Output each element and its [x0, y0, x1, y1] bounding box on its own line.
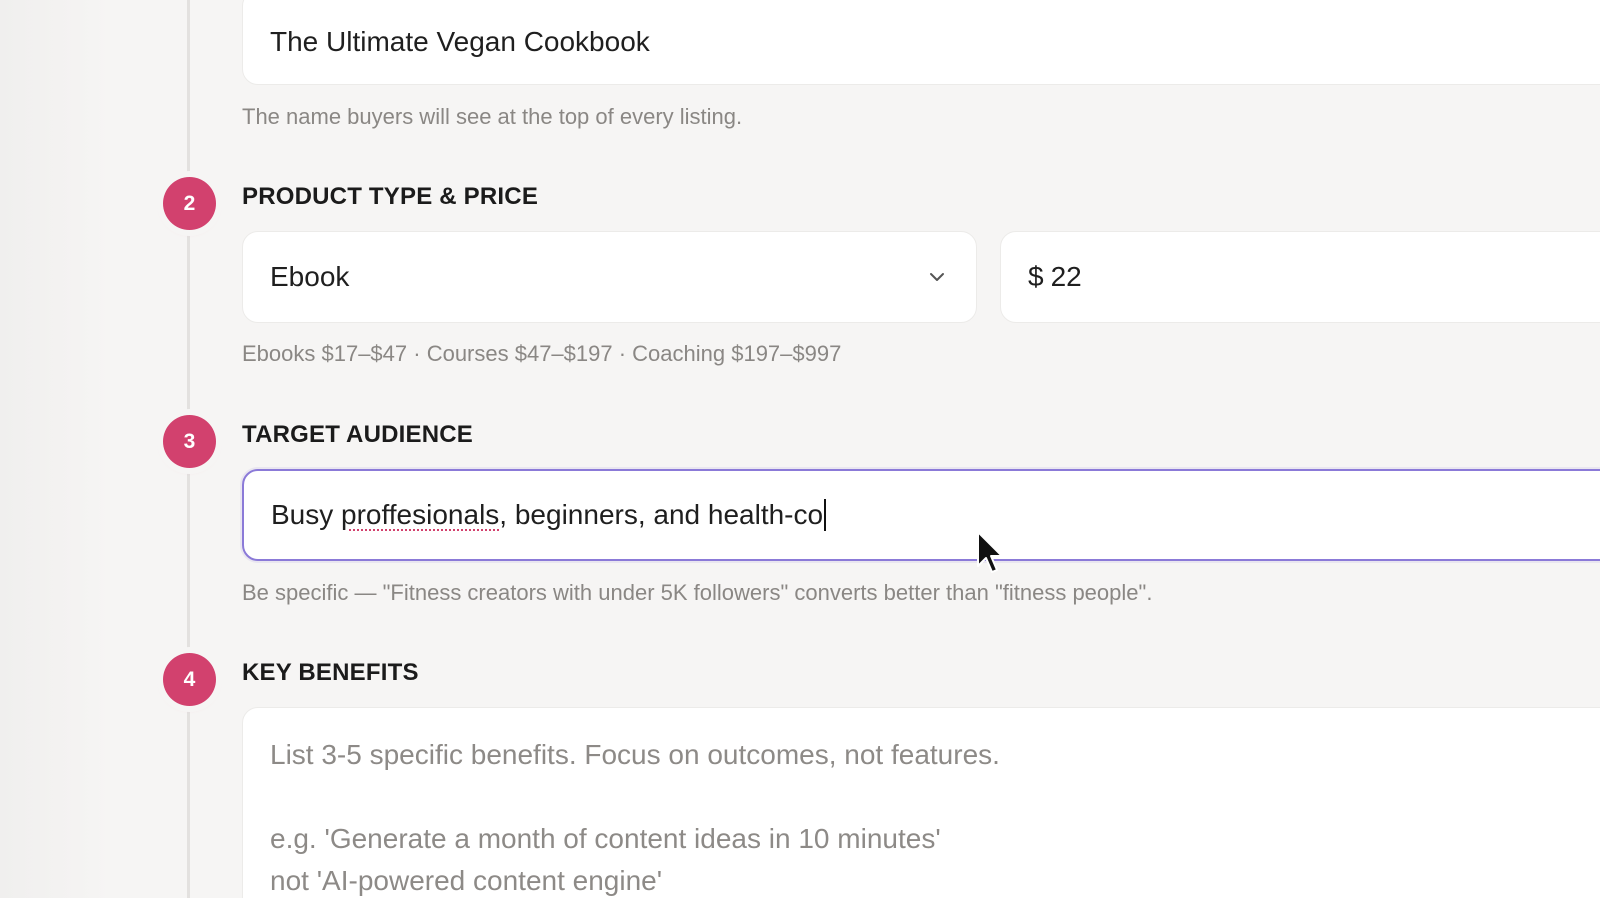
key-benefits-textarea[interactable]: List 3-5 specific benefits. Focus on out…: [242, 707, 1600, 898]
benefits-placeholder-line-2: e.g. 'Generate a month of content ideas …: [270, 823, 941, 854]
product-type-select[interactable]: Ebook: [242, 231, 977, 323]
target-audience-text: Busy proffesionals, beginners, and healt…: [271, 499, 823, 531]
key-benefits-heading: KEY BENEFITS: [242, 659, 419, 686]
audience-text-end: , beginners, and health-co: [499, 499, 824, 530]
chevron-down-icon: [930, 273, 944, 281]
misspelled-word: proffesionals: [341, 499, 500, 530]
target-audience-hint: Be specific — "Fitness creators with und…: [242, 580, 1153, 605]
product-name-input[interactable]: The Ultimate Vegan Cookbook: [242, 0, 1600, 85]
mouse-pointer-icon: [977, 531, 1003, 573]
product-form-page: The Ultimate Vegan Cookbook The name buy…: [0, 0, 1600, 898]
product-name-value: The Ultimate Vegan Cookbook: [270, 25, 650, 57]
text-caret: [824, 499, 827, 531]
product-name-hint: The name buyers will see at the top of e…: [242, 104, 743, 129]
price-value: 22: [1050, 261, 1082, 292]
target-audience-heading: TARGET AUDIENCE: [242, 421, 473, 448]
currency-symbol: $: [1028, 261, 1044, 292]
audience-text-start: Busy: [271, 499, 342, 530]
placeholder-spacer: [270, 776, 1594, 818]
step-badge-4: 4: [163, 653, 216, 706]
left-panel-edge: [0, 0, 110, 898]
step-badge-2: 2: [163, 177, 216, 230]
price-input[interactable]: $ 22: [1000, 231, 1600, 323]
benefits-placeholder-line-1: List 3-5 specific benefits. Focus on out…: [270, 739, 1000, 770]
price-ranges-hint: Ebooks $17–$47 · Courses $47–$197 · Coac…: [242, 341, 842, 366]
product-type-price-heading: PRODUCT TYPE & PRICE: [242, 183, 539, 210]
benefits-placeholder-line-3: not 'AI-powered content engine': [270, 865, 663, 896]
step-badge-3: 3: [163, 415, 216, 468]
target-audience-input[interactable]: Busy proffesionals, beginners, and healt…: [242, 469, 1600, 561]
product-type-value: Ebook: [270, 261, 350, 292]
